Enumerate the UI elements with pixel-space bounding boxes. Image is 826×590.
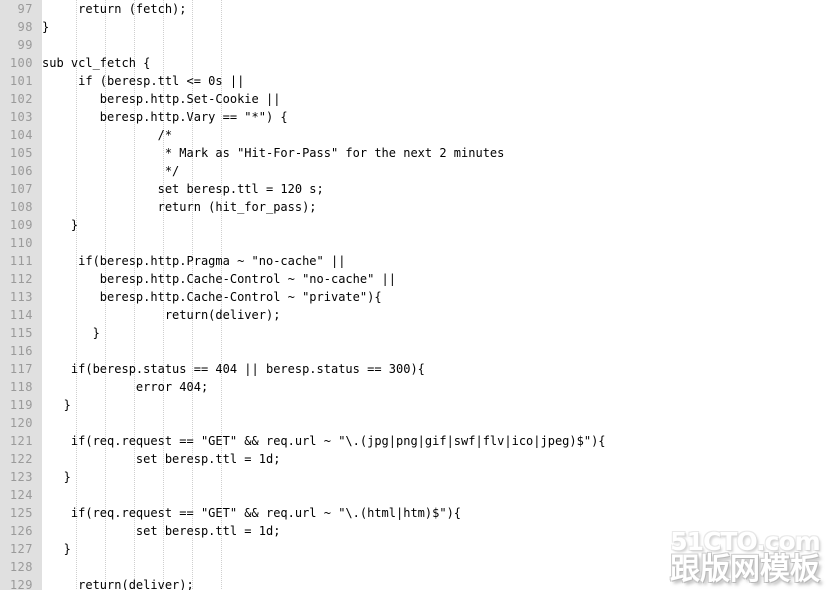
line-number: 129 [9,578,33,590]
line-number-column: 97 98 99 100 101 102 103 104 105 106 107 108 109 110 1… [0,0,33,590]
line-number: 127 [9,542,33,556]
line-number: 103 [9,110,33,124]
code-line[interactable]: } [42,540,826,558]
line-number: 112 [9,272,33,286]
code-line[interactable] [42,486,826,504]
line-number: 120 [9,416,33,430]
code-line[interactable]: if(req.request == "GET" && req.url ~ "\.… [42,504,826,522]
line-number: 98 [17,20,33,34]
code-line[interactable]: return(deliver); [42,576,826,590]
line-number: 109 [9,218,33,232]
code-line[interactable]: beresp.http.Vary == "*") { [42,108,826,126]
line-number: 108 [9,200,33,214]
code-line[interactable]: set beresp.ttl = 1d; [42,522,826,540]
line-number: 113 [9,290,33,304]
line-number: 105 [9,146,33,160]
code-line[interactable]: if(beresp.status == 404 || beresp.status… [42,360,826,378]
line-number: 110 [9,236,33,250]
line-number: 118 [9,380,33,394]
code-line[interactable]: beresp.http.Cache-Control ~ "no-cache" |… [42,270,826,288]
code-line[interactable]: * Mark as "Hit-For-Pass" for the next 2 … [42,144,826,162]
code-line[interactable]: } [42,18,826,36]
code-line[interactable]: beresp.http.Cache-Control ~ "private"){ [42,288,826,306]
line-number: 111 [9,254,33,268]
code-viewer[interactable]: 97 98 99 100 101 102 103 104 105 106 107 108 109 110 1… [0,0,826,590]
line-number: 123 [9,470,33,484]
code-line[interactable]: } [42,468,826,486]
code-line[interactable] [42,36,826,54]
line-number: 106 [9,164,33,178]
line-number: 125 [9,506,33,520]
code-line[interactable]: } [42,216,826,234]
code-line[interactable]: return (fetch); [42,0,826,18]
line-number: 126 [9,524,33,538]
code-line[interactable]: if(req.request == "GET" && req.url ~ "\.… [42,432,826,450]
line-number: 128 [9,560,33,574]
line-number: 124 [9,488,33,502]
line-number: 119 [9,398,33,412]
line-number: 102 [9,92,33,106]
code-line[interactable]: set beresp.ttl = 120 s; [42,180,826,198]
code-line[interactable]: error 404; [42,378,826,396]
code-line[interactable]: if(beresp.http.Pragma ~ "no-cache" || [42,252,826,270]
line-number: 100 [9,56,33,70]
line-number: 97 [17,2,33,16]
line-number: 107 [9,182,33,196]
code-line[interactable]: set beresp.ttl = 1d; [42,450,826,468]
line-number: 117 [9,362,33,376]
code-line[interactable] [42,558,826,576]
line-number: 115 [9,326,33,340]
line-number: 121 [9,434,33,448]
code-line[interactable]: if (beresp.ttl <= 0s || [42,72,826,90]
code-line[interactable]: sub vcl_fetch { [42,54,826,72]
code-content[interactable]: return (fetch);} sub vcl_fetch { if (bere… [42,0,826,590]
line-number: 114 [9,308,33,322]
code-line[interactable] [42,414,826,432]
code-line[interactable]: } [42,324,826,342]
line-number: 101 [9,74,33,88]
code-line[interactable] [42,234,826,252]
line-number: 116 [9,344,33,358]
line-number: 99 [17,38,33,52]
line-number: 104 [9,128,33,142]
code-line[interactable]: */ [42,162,826,180]
line-number: 122 [9,452,33,466]
code-line[interactable]: beresp.http.Set-Cookie || [42,90,826,108]
code-line[interactable]: /* [42,126,826,144]
code-line[interactable]: return (hit_for_pass); [42,198,826,216]
code-line[interactable] [42,342,826,360]
code-line[interactable]: return(deliver); [42,306,826,324]
code-line[interactable]: } [42,396,826,414]
